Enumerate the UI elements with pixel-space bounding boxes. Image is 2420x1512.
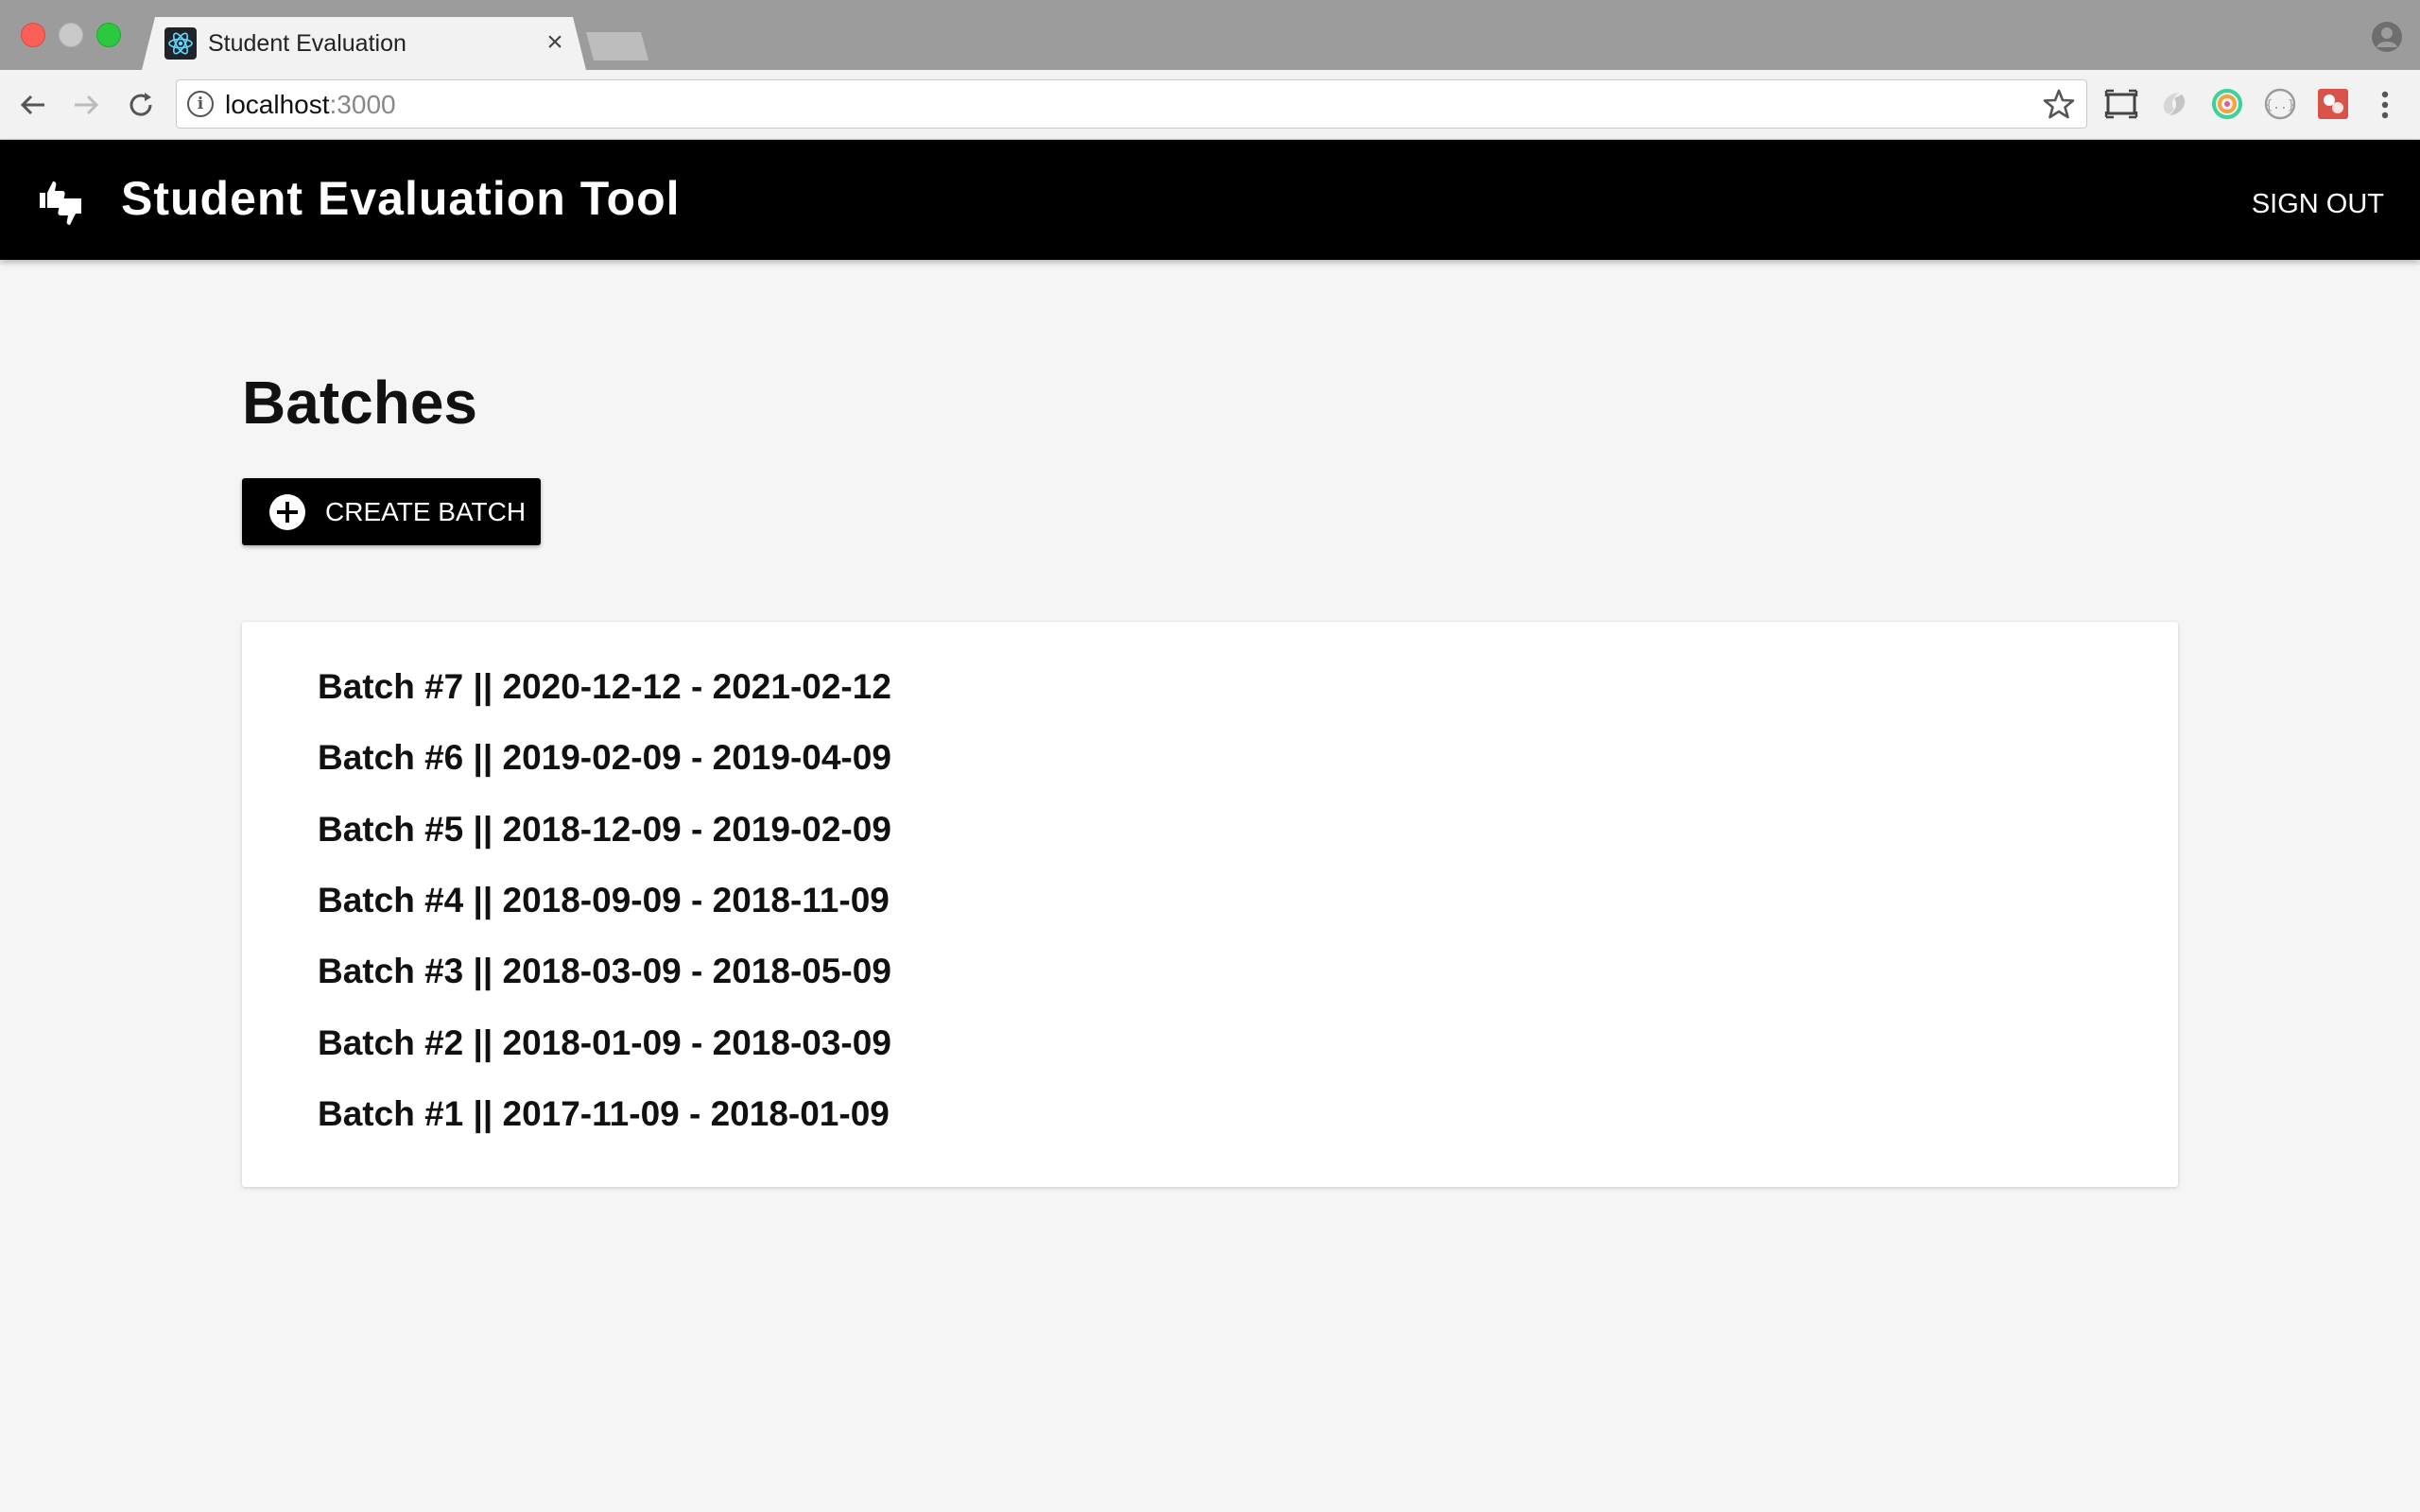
tab-close-icon[interactable]: × [541, 28, 569, 57]
batch-item-3[interactable]: Batch #3 || 2018-03-09 - 2018-05-09 [318, 945, 891, 998]
app-title: Student Evaluation Tool [121, 172, 681, 225]
reload-icon[interactable] [121, 85, 161, 125]
new-tab-button[interactable] [586, 32, 648, 60]
window-minimize-button[interactable] [59, 23, 83, 47]
window-close-button[interactable] [21, 23, 45, 47]
tab-title: Student Evaluation [208, 30, 406, 57]
forward-icon[interactable] [66, 85, 106, 125]
batch-item-7[interactable]: Batch #7 || 2020-12-12 - 2021-02-12 [318, 661, 891, 713]
batch-item-2[interactable]: Batch #2 || 2018-01-09 - 2018-03-09 [318, 1017, 891, 1070]
react-icon [164, 27, 197, 60]
page-title: Batches [242, 369, 477, 437]
back-icon[interactable] [13, 85, 53, 125]
url-port: :3000 [329, 90, 396, 119]
thumbs-up-down-icon [34, 174, 87, 227]
url-host: localhost [225, 90, 330, 119]
create-batch-label: CREATE BATCH [325, 497, 527, 526]
extension-swirl-icon[interactable] [2155, 85, 2193, 123]
extension-red-icon[interactable] [2314, 85, 2352, 123]
batch-item-4[interactable]: Batch #4 || 2018-09-09 - 2018-11-09 [318, 874, 890, 927]
extension-colorful-icon[interactable] [2208, 85, 2246, 123]
bookmark-star-icon[interactable] [2042, 87, 2076, 121]
cast-icon[interactable] [2102, 85, 2140, 123]
batch-item-1[interactable]: Batch #1 || 2017-11-09 - 2018-01-09 [318, 1088, 890, 1141]
extension-json-icon[interactable]: {..} [2261, 85, 2299, 123]
plus-circle-icon [268, 493, 306, 531]
browser-menu-icon[interactable] [2371, 87, 2399, 123]
svg-text:{..}: {..} [2265, 98, 2294, 112]
address-bar[interactable] [176, 79, 2087, 129]
profile-icon[interactable] [2371, 21, 2403, 53]
batch-item-5[interactable]: Batch #5 || 2018-12-09 - 2019-02-09 [318, 803, 891, 856]
create-batch-button[interactable]: CREATE BATCH [242, 478, 541, 545]
window-maximize-button[interactable] [96, 23, 121, 47]
site-info-icon[interactable]: i [187, 91, 214, 117]
sign-out-button[interactable]: SIGN OUT [2233, 185, 2384, 223]
url-text[interactable]: localhost:3000 [225, 89, 396, 121]
batch-item-6[interactable]: Batch #6 || 2019-02-09 - 2019-04-09 [318, 731, 891, 784]
